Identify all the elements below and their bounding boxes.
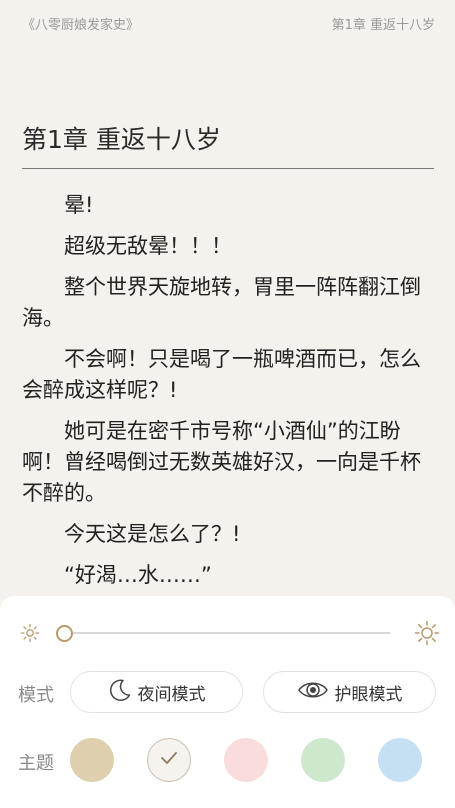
brightness-low-icon [20, 623, 40, 643]
book-title: 《八零厨娘发家史》 [22, 18, 140, 33]
eye-icon [297, 679, 335, 706]
chapter-title: 第1章 重返十八岁 [22, 120, 434, 169]
paragraph: “好渴…水……” [64, 563, 212, 587]
eye-care-button[interactable]: 护眼模式 [263, 671, 436, 713]
moon-icon [108, 678, 138, 707]
header-chapter-label: 第1章 重返十八岁 [331, 18, 435, 33]
theme-row: 主题 [18, 736, 438, 782]
settings-panel: 模式 夜间模式 护眼模式 主题 [0, 596, 455, 808]
theme-swatch-tan[interactable] [70, 738, 114, 782]
brightness-slider-track[interactable] [60, 632, 390, 634]
brightness-slider-thumb[interactable] [56, 625, 73, 642]
paragraph: 整个世界天旋地转，胃里一阵阵翻江倒海。 [22, 275, 421, 330]
night-mode-button[interactable]: 夜间模式 [70, 671, 243, 713]
night-mode-label: 夜间模式 [137, 684, 206, 705]
paragraph: 不会啊！只是喝了一瓶啤酒而已，怎么会醉成这样呢？! [22, 347, 421, 402]
paragraph: 晕! [64, 193, 94, 217]
theme-swatch-white[interactable] [147, 738, 191, 782]
chapter-content: 晕! 超级无敌晕！！！ 整个世界天旋地转，胃里一阵阵翻江倒海。 不会啊！只是喝了… [22, 190, 434, 601]
brightness-high-icon [414, 620, 440, 646]
check-icon [159, 750, 179, 770]
reader-header: 《八零厨娘发家史》 第1章 重返十八岁 [22, 14, 435, 33]
mode-row: 模式 夜间模式 护眼模式 [18, 671, 438, 713]
theme-swatch-green[interactable] [301, 738, 345, 782]
paragraph: 超级无敌晕！！！ [64, 234, 232, 258]
theme-swatch-pink[interactable] [224, 738, 268, 782]
paragraph: 她可是在密千市号称“小酒仙”的江盼啊！曾经喝倒过无数英雄好汉，一向是千杯不醉的。 [22, 419, 421, 505]
brightness-row [20, 620, 440, 646]
paragraph: 今天这是怎么了？! [64, 522, 241, 546]
theme-label: 主题 [18, 753, 54, 774]
theme-swatch-blue[interactable] [378, 738, 422, 782]
mode-label: 模式 [18, 685, 54, 706]
eye-care-label: 护眼模式 [334, 684, 403, 705]
